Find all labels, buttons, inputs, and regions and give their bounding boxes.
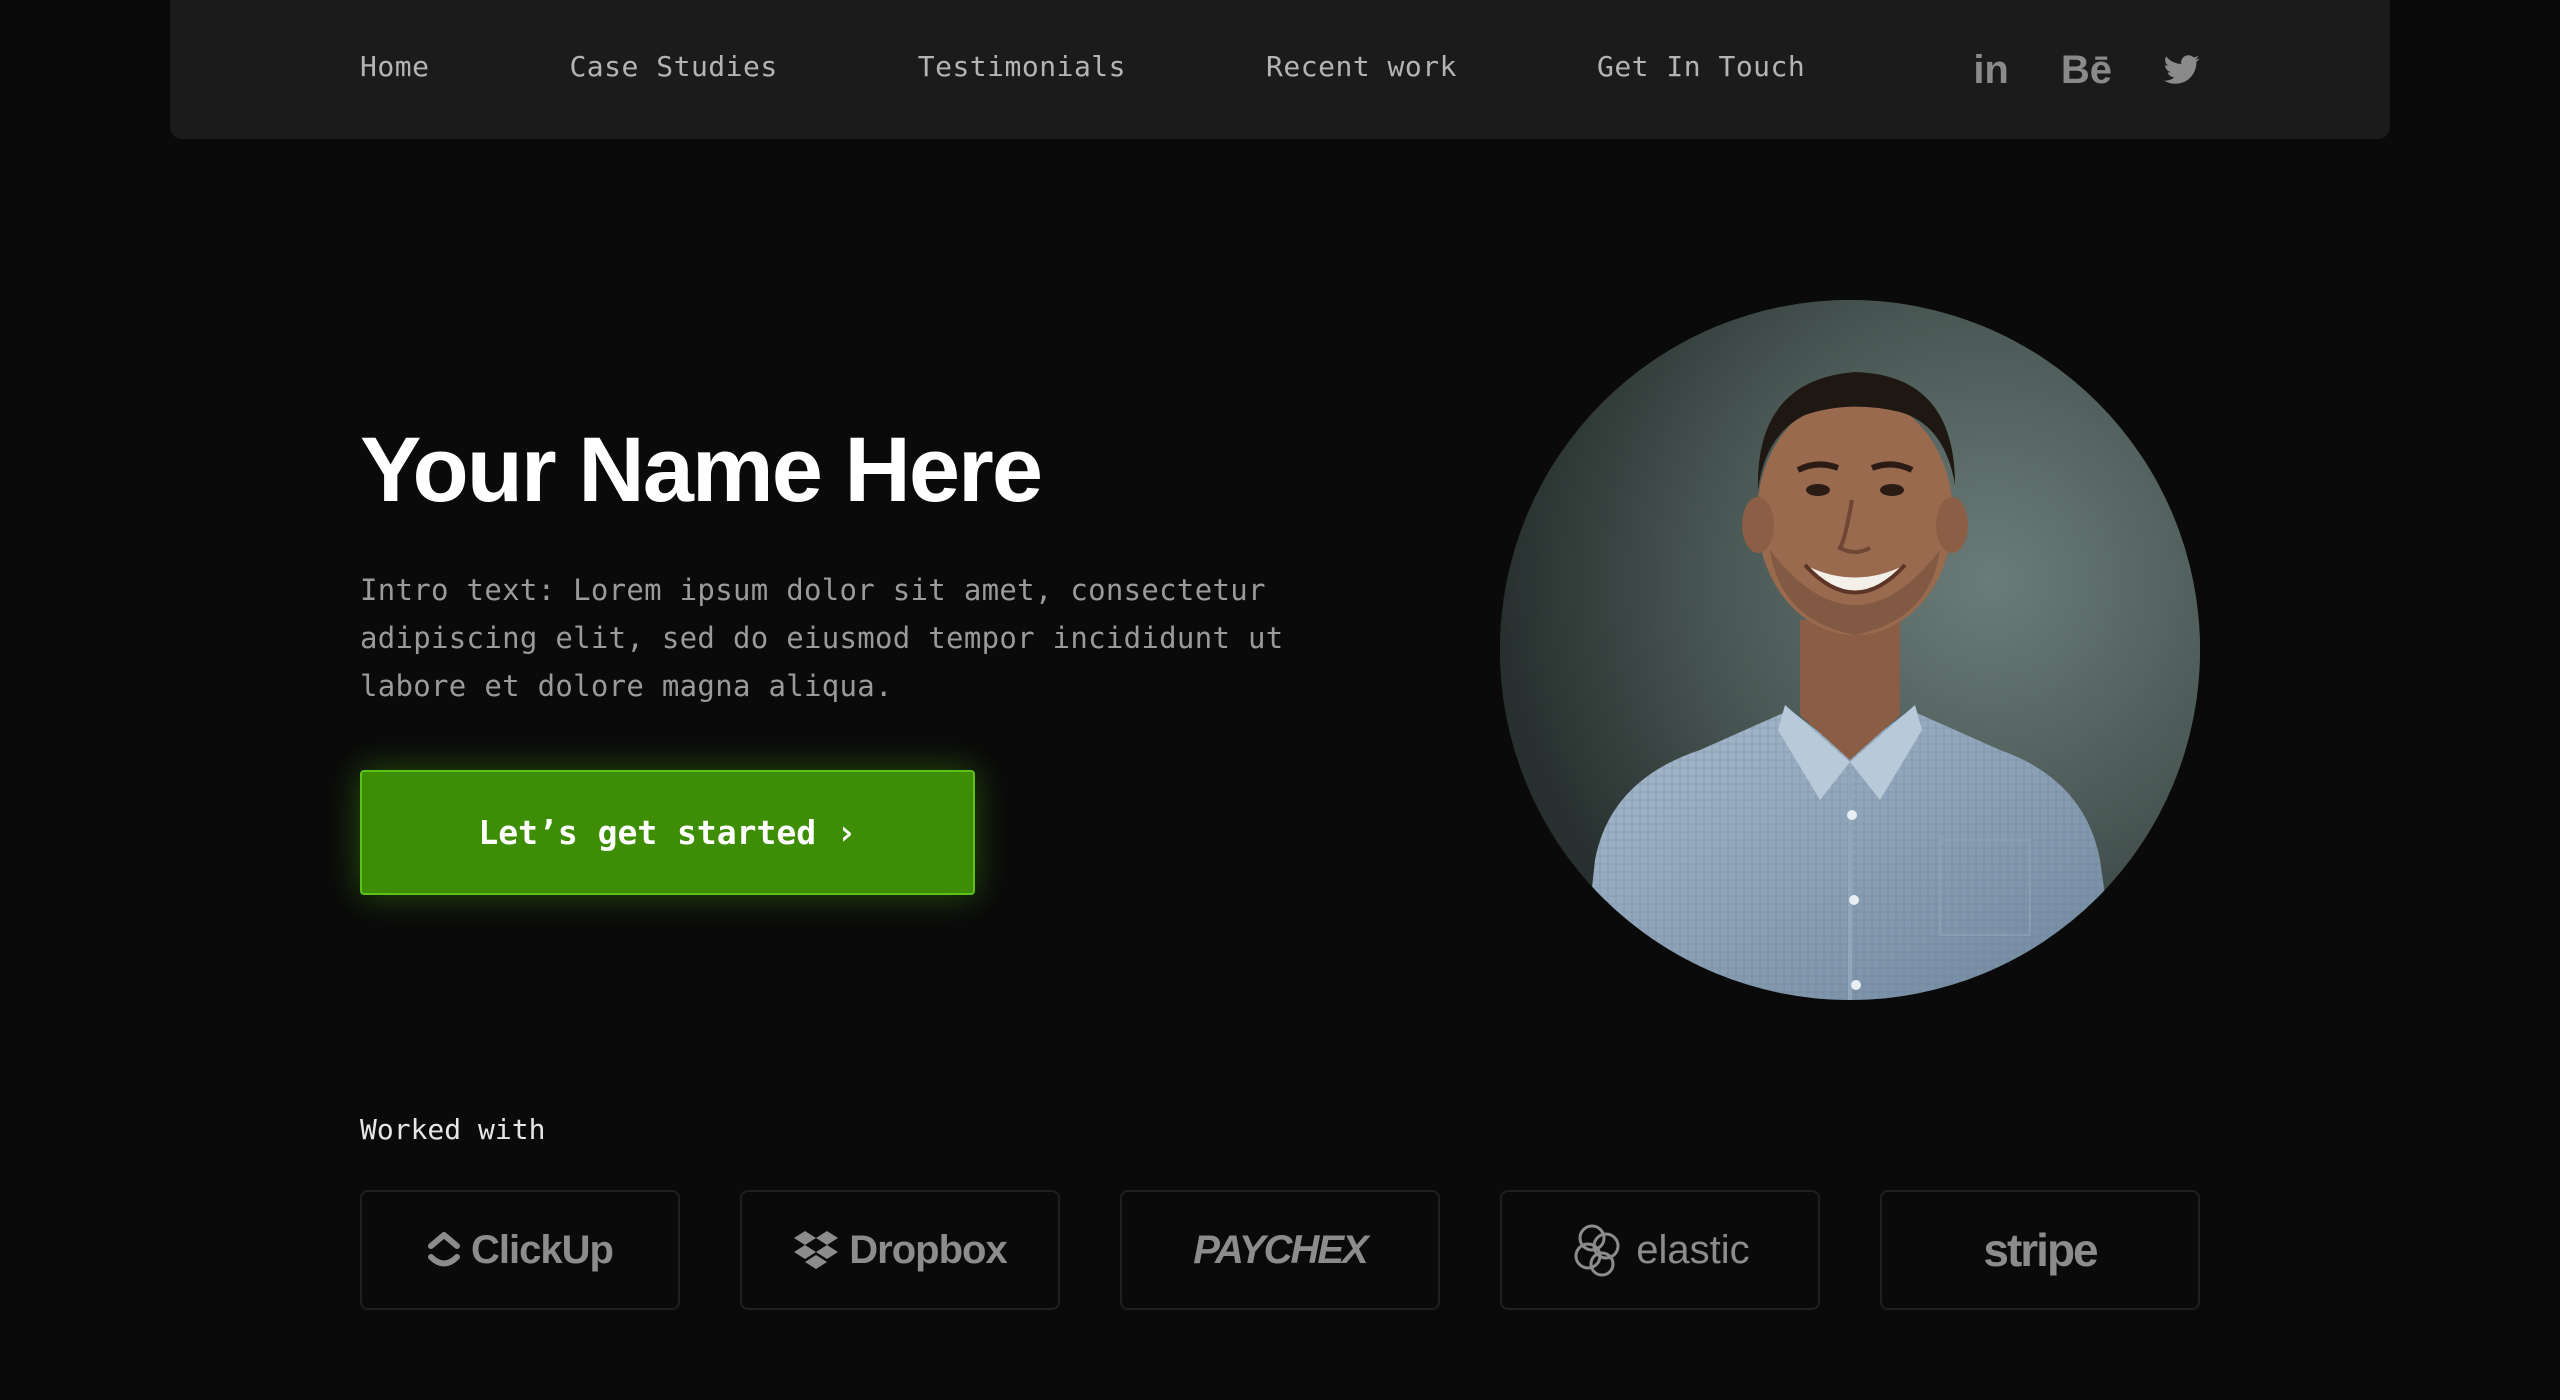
- clickup-logo-icon: [427, 1230, 461, 1270]
- clickup-logo-text: ClickUp: [471, 1227, 614, 1272]
- logo-card-dropbox: Dropbox: [740, 1190, 1060, 1310]
- elastic-logo-icon: [1570, 1222, 1626, 1278]
- nav-links: Home Case Studies Testimonials Recent wo…: [360, 0, 1805, 132]
- page: Home Case Studies Testimonials Recent wo…: [0, 0, 2560, 1400]
- logo-card-elastic: elastic: [1500, 1190, 1820, 1310]
- paychex-logo-text: PAYCHEX: [1193, 1227, 1368, 1272]
- hero-intro-text: Intro text: Lorem ipsum dolor sit amet, …: [360, 573, 1284, 703]
- nav-link-home[interactable]: Home: [360, 50, 429, 83]
- person-illustration: [1500, 300, 2200, 1000]
- hero-title: Your Name Here: [360, 419, 1043, 521]
- top-nav: Home Case Studies Testimonials Recent wo…: [170, 0, 2390, 139]
- worked-with-label: Worked with: [360, 1113, 546, 1146]
- linkedin-icon[interactable]: in: [1973, 50, 2009, 90]
- logo-card-clickup: ClickUp: [360, 1190, 680, 1310]
- dropbox-logo-text: Dropbox: [849, 1227, 1007, 1272]
- stripe-logo-text: stripe: [1983, 1224, 2098, 1276]
- nav-link-get-in-touch[interactable]: Get In Touch: [1597, 50, 1805, 83]
- nav-link-recent-work[interactable]: Recent work: [1266, 50, 1457, 83]
- logo-card-paychex: PAYCHEX: [1120, 1190, 1440, 1310]
- chevron-right-icon: ›: [836, 812, 857, 853]
- nav-link-testimonials[interactable]: Testimonials: [918, 50, 1126, 83]
- elastic-logo-text: elastic: [1636, 1227, 1750, 1272]
- client-logos: ClickUp Dropbox PAYCHEX elastic stripe: [360, 1190, 2200, 1310]
- social-links: in Bē: [1973, 0, 2200, 139]
- twitter-icon[interactable]: [2164, 54, 2200, 85]
- get-started-label: Let’s get started: [478, 813, 817, 852]
- logo-card-stripe: stripe: [1880, 1190, 2200, 1310]
- profile-photo: [1500, 300, 2200, 1000]
- get-started-button[interactable]: Let’s get started ›: [360, 770, 975, 895]
- dropbox-logo-icon: [793, 1229, 839, 1271]
- nav-link-case-studies[interactable]: Case Studies: [569, 50, 777, 83]
- behance-icon[interactable]: Bē: [2061, 50, 2112, 90]
